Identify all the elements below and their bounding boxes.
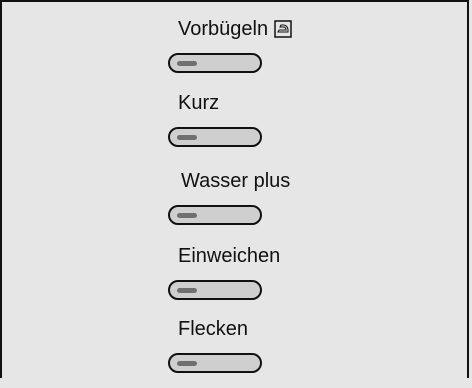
option-label: Wasser plus [181, 170, 291, 192]
iron-icon [274, 20, 292, 38]
option-button-vorbuegeln[interactable] [168, 53, 262, 73]
option-label: Kurz [178, 92, 220, 114]
option-label: Einweichen [178, 245, 281, 267]
option-row-kurz: Kurz [2, 92, 467, 162]
indicator-light [177, 61, 197, 66]
panel-frame: Vorbügeln Kurz Wasser plus Einweichen Fl… [0, 0, 469, 378]
option-row-einweichen: Einweichen [2, 245, 467, 315]
option-label: Flecken [178, 318, 249, 340]
option-label: Vorbügeln [178, 18, 292, 40]
indicator-light [177, 361, 197, 366]
indicator-light [177, 288, 197, 293]
indicator-light [177, 213, 197, 218]
option-button-flecken[interactable] [168, 353, 262, 373]
option-button-einweichen[interactable] [168, 280, 262, 300]
option-button-wasser-plus[interactable] [168, 205, 262, 225]
option-row-wasser-plus: Wasser plus [2, 170, 467, 240]
indicator-light [177, 135, 197, 140]
option-button-kurz[interactable] [168, 127, 262, 147]
option-row-vorbuegeln: Vorbügeln [2, 18, 467, 88]
